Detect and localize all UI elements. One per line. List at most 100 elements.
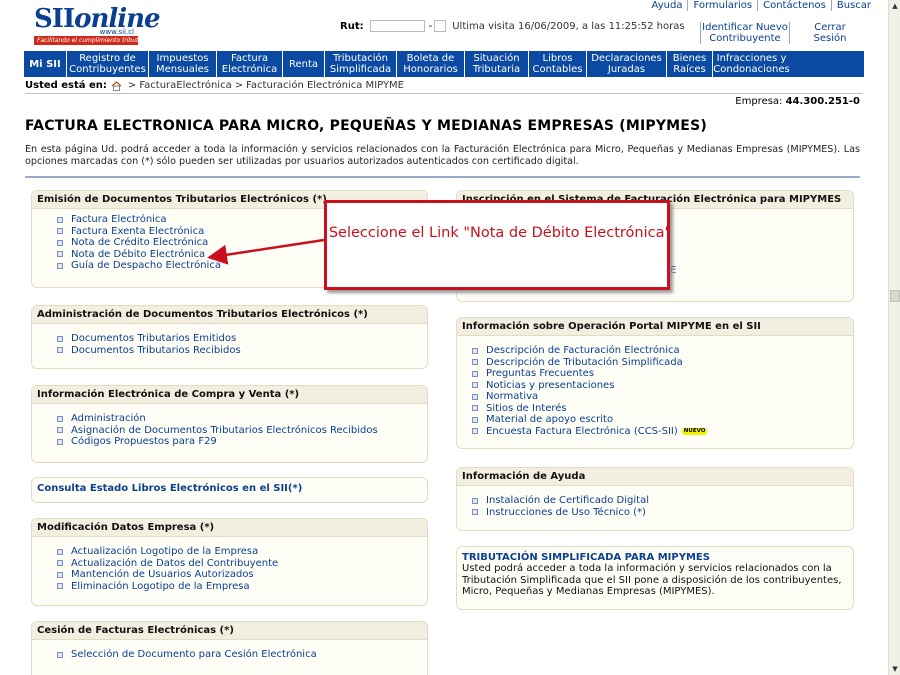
main-nav: Mi SII Registro de Contribuyentes Impues…	[24, 51, 864, 77]
square-bullet-icon	[472, 347, 478, 354]
empresa-label: Empresa:	[735, 96, 783, 107]
rut-check-digit-field	[434, 20, 447, 32]
panel-title: Cesión de Facturas Electrónicas (*)	[32, 622, 427, 640]
nav-boleta-honorarios[interactable]: Boleta de Honorarios	[396, 51, 464, 77]
square-bullet-icon	[57, 571, 63, 578]
link-codigos-f29[interactable]: Códigos Propuestos para F29	[57, 436, 427, 448]
nav-impuestos-mensuales[interactable]: Impuestos Mensuales	[148, 51, 216, 77]
link-instalacion-certificado[interactable]: Instalación de Certificado Digital	[472, 495, 853, 507]
rut-number-field	[369, 20, 425, 32]
link-actualizacion-datos[interactable]: Actualización de Datos del Contribuyente	[57, 558, 427, 570]
link-asignacion-dte-recibidos[interactable]: Asignación de Documentos Tributarios Ele…	[57, 425, 427, 437]
top-link-buscar[interactable]: Buscar	[830, 0, 876, 11]
site-header: SIIonline www.sii.cl Facilitando el cump…	[0, 0, 888, 50]
square-bullet-icon	[472, 509, 478, 516]
logo-domain: www.sii.cl	[99, 28, 134, 36]
nav-infracciones-condonaciones[interactable]: Infracciones y Condonaciones	[712, 51, 790, 77]
top-link-ayuda[interactable]: Ayuda	[647, 0, 688, 11]
panel-compra-venta: Información Electrónica de Compra y Vent…	[31, 385, 428, 463]
square-bullet-icon	[57, 438, 63, 445]
breadcrumb-separator: >	[234, 80, 244, 91]
link-actualizacion-logotipo[interactable]: Actualización Logotipo de la Empresa	[57, 546, 427, 558]
instruction-callout: Seleccione el Link "Nota de Débito Elect…	[324, 200, 672, 290]
breadcrumb: Usted está en: > FacturaElectrónica > Fa…	[25, 80, 404, 91]
square-bullet-icon	[472, 393, 478, 400]
link-descripcion-facturacion[interactable]: Descripción de Facturación Electrónica	[472, 345, 853, 357]
rut-separator: -	[428, 20, 433, 32]
square-bullet-icon	[57, 427, 63, 434]
nav-registro-contribuyentes[interactable]: Registro de Contribuyentes	[66, 51, 148, 77]
nav-bienes-raices[interactable]: Bienes Raíces	[666, 51, 712, 77]
square-bullet-icon	[57, 228, 63, 235]
link-instrucciones-uso[interactable]: Instrucciones de Uso Técnico (*)	[472, 507, 853, 519]
panel-modificacion-datos: Modificación Datos Empresa (*) Actualiza…	[31, 518, 428, 606]
link-administracion[interactable]: Administración	[57, 413, 427, 425]
square-bullet-icon	[57, 216, 63, 223]
square-bullet-icon	[57, 651, 63, 658]
link-material-apoyo[interactable]: Material de apoyo escrito	[472, 414, 853, 426]
link-tributacion-simplificada[interactable]: TRIBUTACIÓN SIMPLIFICADA PARA MIPYMES	[457, 547, 853, 563]
panel-cesion-facturas: Cesión de Facturas Electrónicas (*) Sele…	[31, 621, 428, 675]
nav-situacion-tributaria[interactable]: Situación Tributaria	[464, 51, 528, 77]
panel-title: Información de Ayuda	[457, 468, 853, 486]
square-bullet-icon	[57, 583, 63, 590]
logout-link[interactable]: Cerrar Sesión	[800, 22, 860, 44]
link-eliminacion-logotipo[interactable]: Eliminación Logotipo de la Empresa	[57, 581, 427, 593]
rut-label: Rut:	[340, 20, 364, 32]
scroll-thumb[interactable]	[890, 290, 900, 302]
square-bullet-icon	[57, 335, 63, 342]
home-icon[interactable]	[111, 80, 122, 91]
square-bullet-icon	[472, 359, 478, 366]
vertical-scrollbar[interactable]: ▲ ▼	[888, 0, 900, 675]
callout-text: Seleccione el Link "Nota de Débito Elect…	[328, 225, 672, 241]
panel-title: Administración de Documentos Tributarios…	[32, 306, 427, 324]
square-bullet-icon	[472, 416, 478, 423]
scroll-down-icon[interactable]: ▼	[890, 664, 900, 674]
nav-tributacion-simplificada[interactable]: Tributación Simplificada	[324, 51, 396, 77]
panel-tributacion-simplificada: TRIBUTACIÓN SIMPLIFICADA PARA MIPYMES Us…	[456, 546, 854, 610]
nav-renta[interactable]: Renta	[282, 51, 324, 77]
link-mantencion-usuarios[interactable]: Mantención de Usuarios Autorizados	[57, 569, 427, 581]
top-link-formularios[interactable]: Formularios	[687, 0, 757, 11]
nav-declaraciones-juradas[interactable]: Declaraciones Juradas	[586, 51, 666, 77]
panel-title: Modificación Datos Empresa (*)	[32, 519, 427, 537]
sii-online-logo[interactable]: SIIonline www.sii.cl Facilitando el cump…	[34, 6, 161, 45]
link-normativa[interactable]: Normativa	[472, 391, 853, 403]
nav-factura-electronica[interactable]: Factura Electrónica	[216, 51, 282, 77]
scroll-up-icon[interactable]: ▲	[890, 1, 900, 11]
identify-new-taxpayer-link[interactable]: Identificar Nuevo Contribuyente	[700, 22, 790, 44]
square-bullet-icon	[57, 347, 63, 354]
top-link-contactenos[interactable]: Contáctenos	[757, 0, 831, 11]
square-bullet-icon	[57, 251, 63, 258]
link-noticias[interactable]: Noticias y presentaciones	[472, 380, 853, 392]
link-documentos-emitidos[interactable]: Documentos Tributarios Emitidos	[57, 333, 427, 345]
rut-bar: Rut: - Ultima visita 16/06/2009, a las 1…	[340, 20, 685, 32]
square-bullet-icon	[57, 262, 63, 269]
link-seleccion-documento-cesion[interactable]: Selección de Documento para Cesión Elect…	[57, 649, 427, 661]
breadcrumb-divider	[25, 93, 863, 94]
top-links: Ayuda Formularios Contáctenos Buscar	[647, 0, 876, 11]
link-descripcion-tributacion[interactable]: Descripción de Tributación Simplificada	[472, 357, 853, 369]
breadcrumb-separator: >	[127, 80, 137, 91]
breadcrumb-factura-electronica[interactable]: FacturaElectrónica	[139, 80, 231, 91]
square-bullet-icon	[57, 239, 63, 246]
square-bullet-icon	[57, 415, 63, 422]
nuevo-badge: NUEVO	[681, 427, 708, 435]
link-preguntas-frecuentes[interactable]: Preguntas Frecuentes	[472, 368, 853, 380]
nav-libros-contables[interactable]: Libros Contables	[528, 51, 586, 77]
square-bullet-icon	[57, 560, 63, 567]
link-sitios-interes[interactable]: Sitios de Interés	[472, 403, 853, 415]
square-bullet-icon	[472, 382, 478, 389]
square-bullet-icon	[472, 405, 478, 412]
square-bullet-icon	[472, 370, 478, 377]
nav-mi-sii[interactable]: Mi SII	[24, 51, 66, 77]
panel-title: Información Electrónica de Compra y Vent…	[32, 386, 427, 404]
page-intro: En esta página Ud. podrá acceder a toda …	[25, 144, 860, 167]
inscripcion-link-fragment[interactable]: E	[670, 265, 676, 276]
panel-administracion-dte: Administración de Documentos Tributarios…	[31, 305, 428, 369]
tributacion-simplificada-text: Usted podrá acceder a toda la informació…	[462, 563, 842, 597]
link-consulta-estado-libros[interactable]: Consulta Estado Libros Electrónicos en e…	[32, 478, 427, 496]
square-bullet-icon	[57, 548, 63, 555]
link-documentos-recibidos[interactable]: Documentos Tributarios Recibidos	[57, 345, 427, 357]
link-encuesta-factura[interactable]: Encuesta Factura Electrónica (CCS-SII) NU…	[472, 426, 853, 438]
